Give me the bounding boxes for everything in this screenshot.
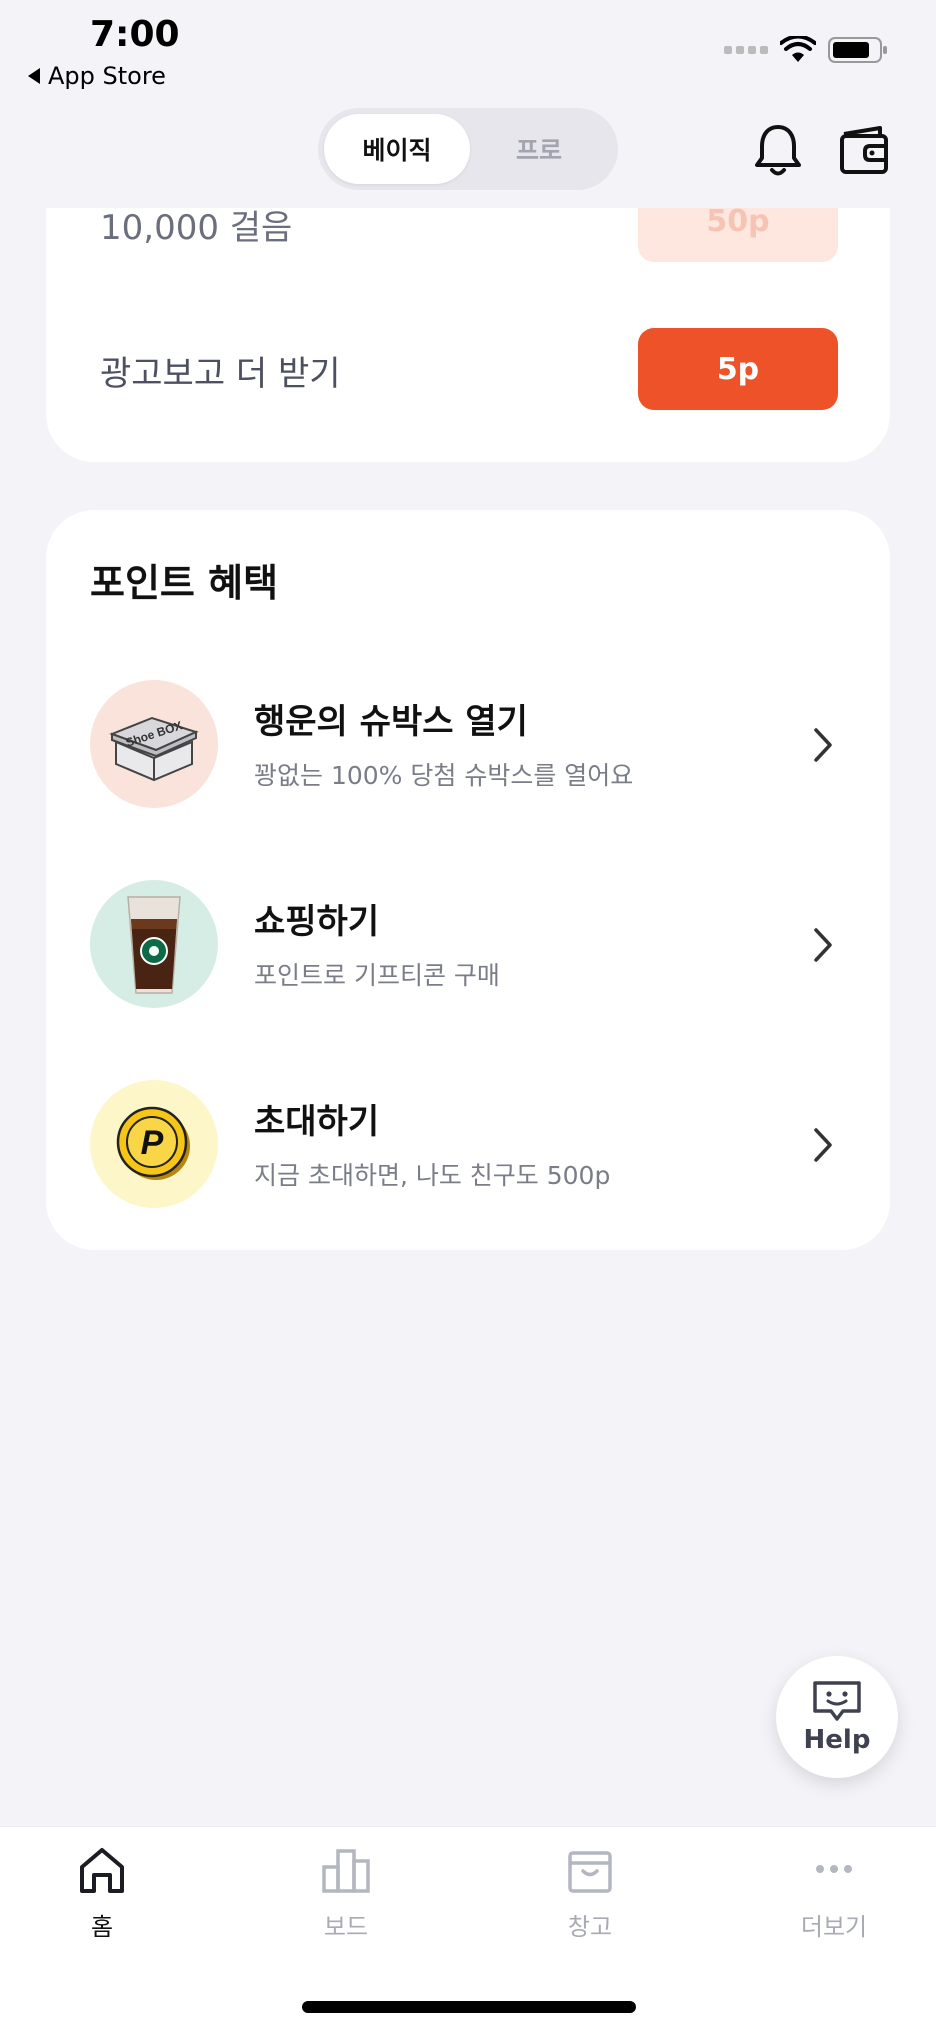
shoebox-image: Shoe BOX [90, 680, 218, 808]
ad-bonus-label: 광고보고 더 받기 [100, 354, 341, 394]
tab-home-label: 홈 [90, 1913, 114, 1941]
wallet-button[interactable] [836, 122, 892, 178]
benefit-title: 행운의 슈박스 열기 [254, 702, 528, 742]
more-icon [816, 1865, 852, 1873]
chart-icon [322, 1849, 370, 1893]
coffee-image [90, 880, 218, 1008]
bell-icon [755, 125, 801, 176]
help-button[interactable]: Help [776, 1656, 898, 1778]
help-chat-icon [813, 1681, 861, 1721]
tab-more[interactable]: 더보기 [764, 1845, 904, 1942]
wifi-icon [780, 36, 816, 62]
benefit-title: 초대하기 [254, 1102, 380, 1142]
benefit-subtitle: 지금 초대하면, 나도 친구도 500p [254, 1161, 611, 1190]
benefit-item-shoebox[interactable]: Shoe BOX 행운의 슈박스 열기 꽝없는 100% 당첨 슈박스를 열어요 [46, 680, 890, 810]
coin-image: P [90, 1080, 218, 1208]
signal-icon [724, 46, 768, 54]
notification-button[interactable] [750, 122, 806, 178]
tab-storage-label: 창고 [567, 1913, 613, 1941]
status-icons [724, 36, 888, 64]
benefit-item-invite[interactable]: P 초대하기 지금 초대하면, 나도 친구도 500p [46, 1080, 890, 1210]
ad-bonus-points-button[interactable]: 5p [638, 328, 838, 410]
coin-letter: P [141, 1124, 164, 1162]
status-time: 7:00 [90, 14, 180, 55]
chevron-right-icon [814, 728, 832, 762]
bottom-tab-bar: 홈 보드 창고 더보기 [0, 1826, 936, 2026]
chevron-right-icon [814, 1128, 832, 1162]
tab-pro[interactable]: 프로 [466, 114, 612, 184]
tab-storage[interactable]: 창고 [520, 1845, 660, 1942]
back-arrow-icon [28, 68, 40, 84]
back-label: App Store [48, 62, 166, 90]
benefit-subtitle: 꽝없는 100% 당첨 슈박스를 열어요 [254, 761, 634, 790]
tab-more-label: 더보기 [800, 1913, 868, 1941]
tab-basic[interactable]: 베이직 [324, 114, 470, 184]
tab-board[interactable]: 보드 [276, 1845, 416, 1942]
header: 베이직 프로 [0, 96, 936, 208]
tab-board-label: 보드 [323, 1913, 369, 1941]
shoebox-icon: Shoe BOX [109, 716, 199, 782]
benefit-subtitle: 포인트로 기프티콘 구매 [254, 961, 500, 990]
point-coin-icon: P [116, 1106, 190, 1180]
plan-segmented-control: 베이직 프로 [318, 108, 618, 190]
battery-icon [828, 37, 887, 63]
wallet-icon [840, 126, 888, 174]
back-to-app-store[interactable]: App Store [28, 62, 166, 90]
box-icon [568, 1851, 612, 1893]
tab-home[interactable]: 홈 [32, 1845, 172, 1942]
benefits-title: 포인트 혜택 [90, 561, 279, 605]
help-label: Help [803, 1725, 871, 1755]
iced-coffee-icon [127, 896, 181, 994]
chevron-right-icon [814, 928, 832, 962]
home-icon [80, 1848, 124, 1893]
benefit-title: 쇼핑하기 [254, 902, 380, 942]
home-indicator [302, 2001, 636, 2013]
point-benefits-card: 포인트 혜택 Shoe BOX 행운의 슈박스 열기 꽝없는 100% 당첨 슈… [46, 510, 890, 1250]
benefit-item-shopping[interactable]: 쇼핑하기 포인트로 기프티콘 구매 [46, 880, 890, 1010]
